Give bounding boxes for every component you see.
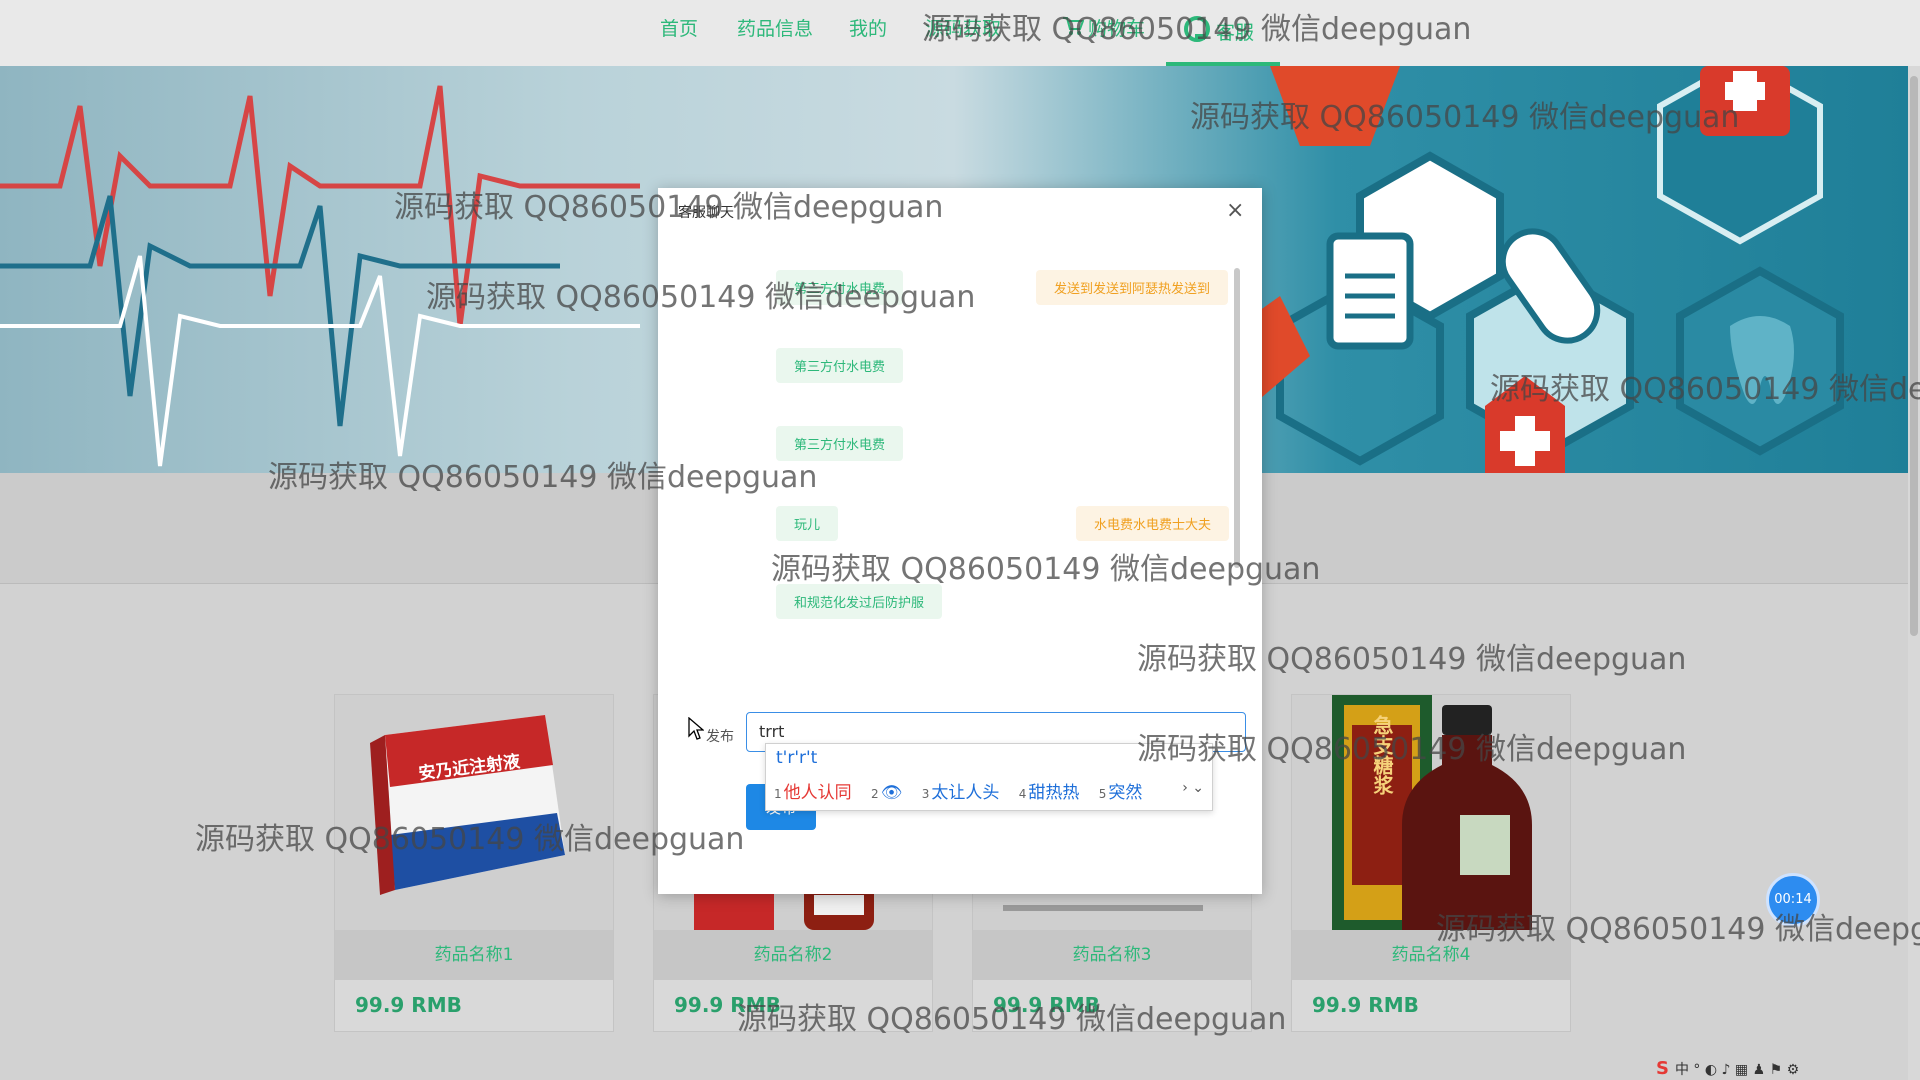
product-name[interactable]: 药品名称1: [335, 930, 613, 980]
top-nav: 首页 药品信息 我的 源码获取 购物车 客服: [0, 0, 1920, 66]
ime-candidate[interactable]: 2 👁: [871, 783, 902, 803]
page-scrollbar-thumb[interactable]: [1910, 76, 1918, 636]
close-icon[interactable]: ×: [1226, 200, 1244, 222]
product-price: 99.9 RMB: [674, 993, 781, 1017]
nav-service-label: 客服: [1216, 22, 1255, 44]
ime-candidate[interactable]: 4 甜热热: [1019, 778, 1080, 803]
ime-candidate-list: 1 他人认同 2 👁 3 太让人头 4 甜热热 5 突然: [774, 778, 1156, 803]
product-box-text: 急支糖浆: [1370, 714, 1394, 795]
nav-cart-label: 购物车: [1088, 18, 1146, 40]
chat-message-left: 第三方付水电费: [776, 348, 904, 383]
chat-message-list[interactable]: 第三方付水电费 发送到发送到阿瑟热发送到 第三方付水电费 第三方付水电费 玩儿 …: [676, 250, 1252, 620]
nav-home[interactable]: 首页: [660, 14, 698, 44]
product-name[interactable]: 药品名称4: [1292, 930, 1570, 980]
product-image: 安乃近注射液: [335, 695, 613, 930]
chat-message-left: 玩儿: [776, 506, 839, 541]
page-scrollbar[interactable]: [1908, 66, 1920, 1080]
nav-cart[interactable]: 购物车: [1062, 14, 1145, 44]
chat-scrollbar[interactable]: [1232, 258, 1242, 608]
cart-icon: [1062, 15, 1085, 45]
nav-mine[interactable]: 我的: [849, 14, 887, 44]
ime-candidate-window: t'r'r't 1 他人认同 2 👁 3 太让人头 4 甜热热 5 突然 › ⌄: [765, 743, 1213, 811]
nav-source[interactable]: 源码获取: [925, 14, 1001, 44]
product-price: 99.9 RMB: [1312, 993, 1419, 1017]
headset-icon: [1182, 14, 1212, 53]
product-price: 99.9 RMB: [355, 993, 462, 1017]
chat-message-right: 发送到发送到阿瑟热发送到: [1036, 270, 1229, 305]
ime-toolbar-icons[interactable]: 中 ° ◐ ♪ ▦ ♟ ⚑ ⚙: [1675, 1062, 1799, 1078]
mouse-cursor-icon: [688, 716, 705, 745]
product-price: 99.9 RMB: [993, 993, 1100, 1017]
product-name[interactable]: 药品名称3: [973, 930, 1251, 980]
nav-medicine-info[interactable]: 药品信息: [737, 14, 813, 44]
product-card[interactable]: 安乃近注射液 药品名称1 99.9 RMB: [334, 694, 614, 1032]
nav-service[interactable]: 客服: [1182, 14, 1254, 44]
product-name[interactable]: 药品名称2: [654, 930, 932, 980]
ime-candidate[interactable]: 1 他人认同: [774, 778, 852, 803]
ime-toolbar[interactable]: S 中 ° ◐ ♪ ▦ ♟ ⚑ ⚙: [1656, 1058, 1799, 1080]
chat-message-left: 第三方付水电费: [776, 270, 904, 305]
ime-candidate[interactable]: 3 太让人头: [922, 778, 1000, 803]
product-card[interactable]: 急支糖浆 药品名称4 99.9 RMB: [1291, 694, 1571, 1032]
ime-candidate[interactable]: 5 突然: [1099, 778, 1143, 803]
publish-label: 发布: [706, 729, 734, 745]
sogou-logo-icon[interactable]: S: [1656, 1058, 1669, 1079]
dialog-title: 客服聊天: [678, 205, 734, 221]
recording-timer[interactable]: 00:14: [1766, 873, 1820, 927]
ime-composition: t'r'r't: [776, 748, 818, 768]
chat-scrollbar-thumb[interactable]: [1234, 268, 1240, 568]
ime-page-arrows-icon[interactable]: › ⌄: [1182, 780, 1204, 796]
product-image: 急支糖浆: [1292, 695, 1570, 930]
chat-message-left: 和规范化发过后防护服: [776, 584, 943, 619]
chat-message-left: 第三方付水电费: [776, 426, 904, 461]
eye-icon: 👁: [880, 783, 903, 803]
chat-message-right: 水电费水电费士大夫: [1076, 506, 1230, 541]
